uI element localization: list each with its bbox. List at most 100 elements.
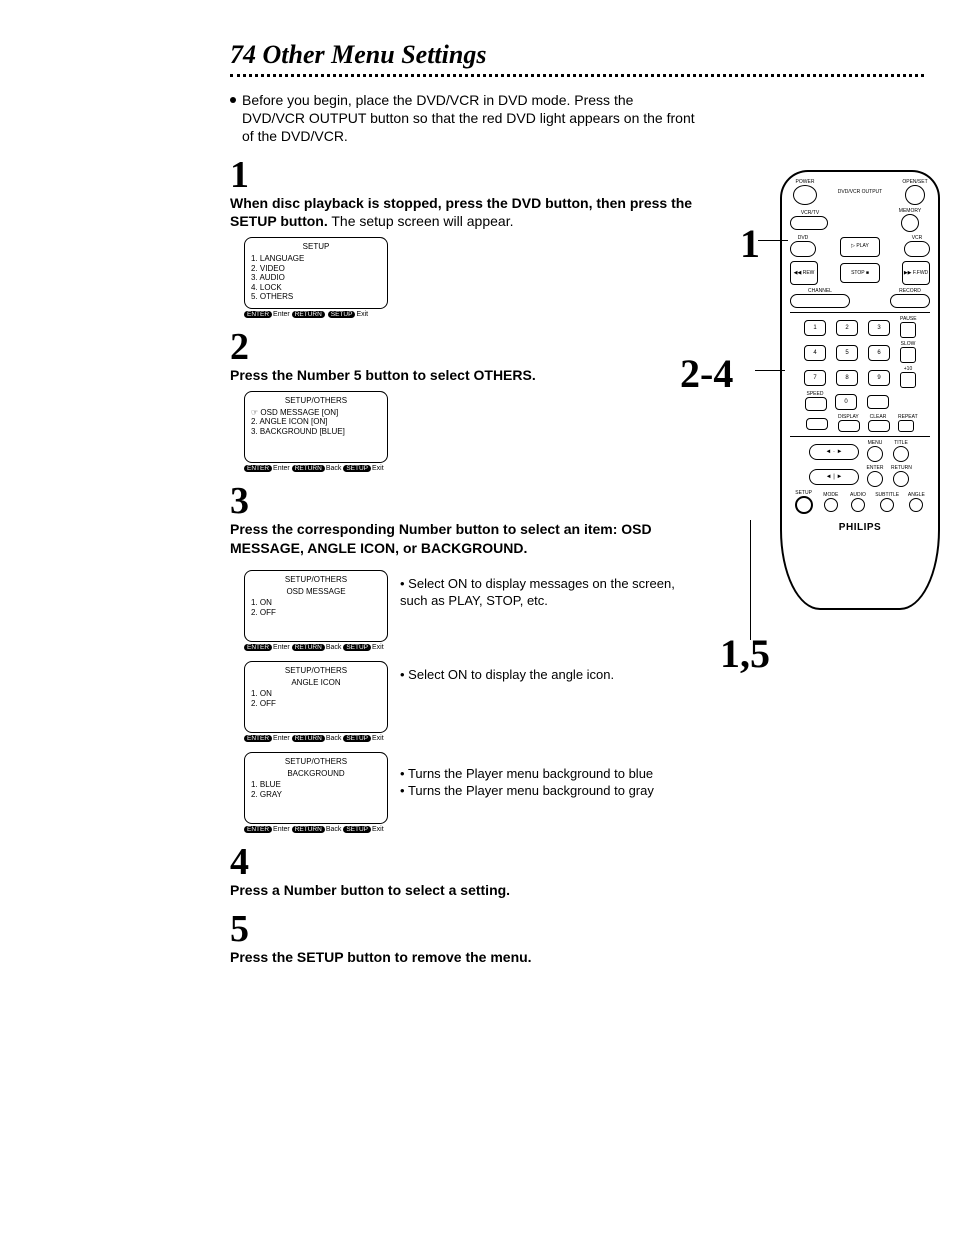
pill-setup: SETUP: [343, 735, 371, 742]
num-1-icon: 1: [804, 320, 826, 336]
menu1-item: 5. OTHERS: [251, 292, 381, 302]
lbl-enter: Enter: [273, 644, 290, 651]
menu2-item: 2. ANGLE ICON [ON]: [251, 417, 381, 427]
remote-diagram: 1 2-4 1,5 POWER DVD/VCR OUTPUT OPEN/SET: [690, 170, 954, 610]
power-button-icon: [793, 185, 817, 205]
menu2-title: SETUP/OTHERS: [251, 396, 381, 406]
pill-return: RETURN: [292, 826, 325, 833]
num-8-icon: 8: [836, 370, 858, 386]
lbl-exit: Exit: [372, 644, 384, 651]
r-lbl-setup: SETUP: [794, 491, 814, 496]
menu1-item: 4. LOCK: [251, 283, 381, 293]
step-5-bold: Press the SETUP button to remove the men…: [230, 949, 532, 965]
pill-enter: ENTER: [244, 644, 272, 651]
menu3b-sub: ANGLE ICON: [251, 678, 381, 688]
channel-button-icon: [790, 294, 850, 308]
pill-return: RETURN: [292, 465, 325, 472]
ffwd-button-icon: ▶▶ F.FWD: [902, 261, 930, 285]
menu2-item: ☞ OSD MESSAGE [ON]: [251, 408, 381, 418]
setup-menu-box: SETUP 1. LANGUAGE 2. VIDEO 3. AUDIO 4. L…: [244, 237, 388, 309]
pill-enter: ENTER: [244, 735, 272, 742]
lbl-enter: Enter: [273, 826, 290, 833]
callout-2-4: 2-4: [680, 350, 733, 397]
num-4-icon: 4: [804, 345, 826, 361]
menu3c-annot2: Turns the Player menu background to gray: [408, 783, 654, 798]
callout-1-5-line: [750, 520, 752, 640]
play-button-icon: ▷ PLAY: [840, 237, 880, 257]
menu-button-icon: [867, 446, 883, 462]
slow-button-icon: [900, 347, 916, 363]
menu3b-title: SETUP/OTHERS: [251, 666, 381, 676]
menu2-item: 3. BACKGROUND [BLUE]: [251, 427, 381, 437]
setup-button-icon: [795, 496, 813, 514]
num-6-icon: 6: [868, 345, 890, 361]
step-1-text: When disc playback is stopped, press the…: [230, 194, 700, 232]
pill-setup: SETUP: [343, 465, 371, 472]
pill-setup: SETUP: [343, 826, 371, 833]
step-2-text: Press the Number 5 button to select OTHE…: [230, 366, 700, 385]
lbl-exit: Exit: [372, 735, 384, 742]
num-2-icon: 2: [836, 320, 858, 336]
menu3a-title: SETUP/OTHERS: [251, 575, 381, 585]
r-lbl-clear: CLEAR: [868, 415, 888, 420]
step-4-number: 4: [230, 843, 700, 881]
menu3c-item: 1. BLUE: [251, 780, 381, 790]
step-4-bold: Press a Number button to select a settin…: [230, 882, 510, 898]
callout-1-5: 1,5: [720, 630, 770, 677]
callout-1: 1: [740, 220, 760, 267]
r-lbl-display: DISPLAY: [838, 415, 858, 420]
pill-return: RETURN: [292, 311, 325, 318]
openset-button-icon: [905, 185, 925, 205]
nav-down-icon: ◄ | ►: [809, 469, 859, 485]
step-3-text: Press the corresponding Number button to…: [230, 520, 700, 558]
lbl-back: Back: [326, 644, 342, 651]
lbl-exit: Exit: [372, 465, 384, 472]
r-lbl-vcr: VCR: [904, 236, 930, 241]
menu3a-item: 1. ON: [251, 598, 381, 608]
pause-button-icon: [900, 322, 916, 338]
r-lbl-return: RETURN: [891, 466, 911, 471]
lbl-exit: Exit: [372, 826, 384, 833]
r-lbl-slow: SLOW: [900, 342, 916, 347]
enter-button-icon: [867, 471, 883, 487]
step-5-text: Press the SETUP button to remove the men…: [230, 948, 700, 967]
pill-return: RETURN: [292, 644, 325, 651]
lbl-enter: Enter: [273, 311, 290, 318]
page-title: 74 Other Menu Settings: [230, 40, 924, 70]
r-lbl-ffwd: ▶▶ F.FWD: [904, 271, 928, 276]
r-lbl-rew: ◀◀ REW: [794, 271, 815, 276]
num-3-icon: 3: [868, 320, 890, 336]
background-menu-box: SETUP/OTHERS BACKGROUND 1. BLUE 2. GRAY: [244, 752, 388, 824]
r-lbl-angle: ANGLE: [906, 493, 926, 498]
subtitle-button-icon: [880, 498, 894, 512]
speed-button-icon: [805, 397, 827, 411]
step-4-text: Press a Number button to select a settin…: [230, 881, 700, 900]
menu3b-annot: • Select ON to display the angle icon.: [400, 667, 700, 684]
r-lbl-mode: MODE: [821, 493, 841, 498]
r-lbl-output: DVD/VCR OUTPUT: [835, 190, 885, 195]
repeat-button-icon: [898, 420, 914, 432]
menu3a-annot: • Select ON to display messages on the s…: [400, 576, 700, 610]
step-1-rest: The setup screen will appear.: [328, 213, 514, 229]
step-5-number: 5: [230, 910, 700, 948]
others-menu-box: SETUP/OTHERS ☞ OSD MESSAGE [ON] 2. ANGLE…: [244, 391, 388, 463]
mode-button-icon: [824, 498, 838, 512]
menu1-item: 2. VIDEO: [251, 264, 381, 274]
r-lbl-audio: AUDIO: [848, 493, 868, 498]
num-5-icon: 5: [836, 345, 858, 361]
lbl-exit: Exit: [356, 311, 368, 318]
blank-button-icon: [867, 395, 889, 409]
r-lbl-enter: ENTER: [865, 466, 885, 471]
menu1-title: SETUP: [251, 242, 381, 252]
r-lbl-subtitle: SUBTITLE: [875, 493, 899, 498]
r-lbl-repeat: REPEAT: [898, 415, 914, 420]
dotted-rule: [230, 74, 924, 77]
step-1-number: 1: [230, 156, 700, 194]
r-lbl-pause: PAUSE: [900, 317, 916, 322]
r-lbl-title: TITLE: [891, 441, 911, 446]
r-lbl-speed: SPEED: [805, 392, 825, 397]
menu3b-annot-text: Select ON to display the angle icon.: [408, 667, 614, 682]
record-button-icon: [890, 294, 930, 308]
menu1-item: 1. LANGUAGE: [251, 254, 381, 264]
menu3c-annot1: Turns the Player menu background to blue: [408, 766, 653, 781]
